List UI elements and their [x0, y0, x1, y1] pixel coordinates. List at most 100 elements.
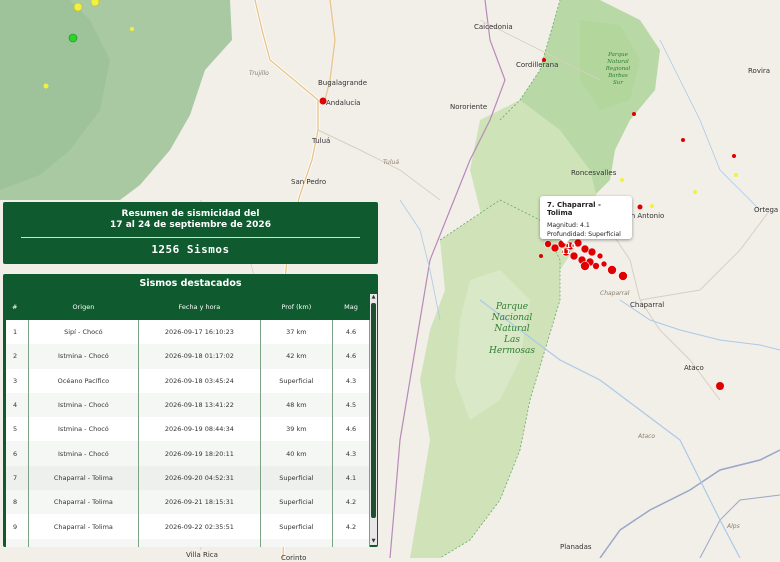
quake-marker — [73, 2, 83, 12]
popup-magnitude: Magnitud: 4.1 — [547, 222, 590, 229]
cell-datetime: 2026-09-19 08:44:34 — [138, 417, 261, 442]
cell-origin: Chaparral - Tolima — [28, 538, 140, 547]
scrollbar-thumb[interactable] — [371, 303, 376, 518]
quake-marker — [632, 112, 636, 116]
quakes-table: # Origen Fecha y hora Prof (km) Mag 1 Sip… — [6, 294, 370, 547]
quake-popup: 7. Chaparral - Tolima Magnitud: 4.1 Prof… — [540, 196, 632, 244]
cell-origin: Istmina - Chocó — [28, 344, 140, 369]
cell-number: 9 — [6, 514, 29, 539]
place-label: Ortega — [754, 206, 779, 214]
minor-place-label: Chaparral — [600, 290, 630, 297]
cell-origin: Océano Pacífico — [28, 368, 140, 393]
place-label: San Pedro — [291, 178, 327, 186]
cell-origin: Istmina - Chocó — [28, 417, 140, 442]
cell-origin: Chaparral - Tolima — [28, 465, 140, 491]
cell-origin: Chaparral - Tolima — [28, 514, 140, 539]
scroll-up-icon[interactable]: ▲ — [370, 294, 377, 301]
cell-datetime: 2026-09-18 13:41:22 — [138, 392, 261, 418]
table-row[interactable]: 4 Istmina - Chocó 2026-09-18 13:41:22 48 km… — [6, 392, 370, 418]
table-row[interactable]: 8 Chaparral - Tolima 2026-09-21 18:15:31 Su… — [6, 490, 370, 515]
quake-marker — [716, 382, 724, 390]
cluster-label: 11 — [561, 248, 571, 256]
place-label: Bugalagrande — [318, 79, 368, 87]
place-label: Planadas — [560, 543, 592, 551]
cell-depth: Superficial — [260, 490, 334, 515]
park-label-las-hermosas: Parque Nacional Natural Las Hermosas — [488, 302, 536, 356]
quake-marker — [637, 204, 643, 210]
quake-marker — [550, 243, 560, 253]
quake-marker — [596, 252, 604, 260]
quake-marker — [68, 33, 78, 43]
minor-place-label: Alps — [727, 523, 740, 530]
summary-count: 1256 Sismos — [151, 243, 230, 256]
cell-magnitude: 4.6 — [332, 344, 370, 369]
cell-number: 1 — [6, 320, 29, 345]
place-label: Tuluá — [312, 137, 331, 145]
table-row[interactable]: 3 Océano Pacífico 2026-09-18 03:45:24 Super… — [6, 368, 370, 393]
table-row[interactable]: 9 Chaparral - Tolima 2026-09-22 02:35:51 Su… — [6, 514, 370, 539]
summary-panel: Resumen de sismicidad del 17 al 24 de se… — [3, 202, 378, 264]
cell-depth: 42 km — [260, 344, 334, 369]
quake-marker — [569, 251, 579, 261]
cell-depth: 40 km — [260, 441, 334, 466]
popup-depth: Profundidad: Superficial — [547, 231, 621, 238]
quake-marker — [587, 247, 597, 257]
place-label: Nororiente — [450, 103, 488, 111]
cell-datetime: 2026-09-17 16:10:23 — [138, 320, 261, 345]
cell-origin: Sipí - Chocó — [28, 320, 140, 345]
table-header-row: # Origen Fecha y hora Prof (km) Mag — [6, 294, 370, 320]
cell-datetime: 2026-09-18 03:45:24 — [138, 368, 261, 393]
table-row[interactable]: 10Chaparral - Tolima2026-09-23 04:04:10S… — [6, 538, 370, 547]
cell-datetime: 2026-09-20 04:52:31 — [138, 465, 261, 491]
quake-marker — [681, 138, 685, 142]
cell-magnitude: 4.3 — [332, 441, 370, 466]
cell-depth: Superficial — [260, 465, 334, 491]
cell-depth: 39 km — [260, 417, 334, 442]
cell-datetime: 2026-09-21 18:15:31 — [138, 490, 261, 515]
cell-magnitude: 4.2 — [332, 490, 370, 515]
quake-marker — [693, 190, 697, 194]
place-label: Ataco — [684, 364, 704, 372]
cell-number: 7 — [6, 465, 29, 491]
col-header-datetime: Fecha y hora — [138, 294, 261, 320]
col-header-origin: Origen — [28, 294, 139, 320]
cell-number: 2 — [6, 344, 29, 369]
quake-marker — [130, 27, 134, 31]
popup-title: 7. Chaparral - Tolima — [547, 201, 601, 217]
minor-place-label: Tuluá — [383, 159, 400, 166]
cell-number: 10 — [6, 538, 29, 547]
table-row[interactable]: 7 Chaparral - Tolima 2026-09-20 04:52:31 Su… — [6, 465, 370, 491]
cell-depth: Superficial — [260, 514, 334, 539]
quake-marker — [539, 254, 543, 258]
scroll-down-icon[interactable]: ▼ — [370, 538, 377, 545]
summary-divider — [21, 237, 360, 238]
table-row[interactable]: 1 Sipí - Chocó 2026-09-17 16:10:23 37 km 4.6 — [6, 320, 370, 345]
minor-place-label: Ataco — [638, 433, 656, 440]
quake-marker — [732, 154, 736, 158]
cell-magnitude: 4.3 — [332, 368, 370, 393]
cell-depth: 37 km — [260, 320, 334, 345]
quake-marker — [618, 271, 628, 281]
cell-magnitude: 4.6 — [332, 320, 370, 345]
cell-magnitude: 4.2 — [332, 514, 370, 539]
quake-marker — [620, 178, 624, 182]
quake-marker — [650, 204, 654, 208]
cell-depth: 48 km — [260, 392, 334, 418]
popup-tip — [560, 239, 570, 244]
cell-magnitude: 4.5 — [332, 392, 370, 418]
table-scrollbar[interactable]: ▲ ▼ — [370, 294, 377, 545]
cell-magnitude: 4.2 — [332, 538, 370, 547]
table-row[interactable]: 5 Istmina - Chocó 2026-09-19 08:44:34 39 km… — [6, 417, 370, 442]
col-header-mag: Mag — [332, 294, 370, 320]
minor-place-label: Trujillo — [249, 70, 269, 77]
cell-magnitude: 4.1 — [332, 465, 370, 491]
cell-datetime: 2026-09-19 18:20:11 — [138, 441, 261, 466]
featured-quakes-title: Sismos destacados — [139, 278, 242, 289]
quake-marker — [734, 173, 738, 177]
cell-number: 5 — [6, 417, 29, 442]
col-header-depth: Prof (km) — [260, 294, 333, 320]
summary-title-line2: 17 al 24 de septiembre de 2026 — [110, 220, 271, 230]
table-row[interactable]: 6 Istmina - Chocó 2026-09-19 18:20:11 40 km… — [6, 441, 370, 466]
cell-depth: Superficial — [260, 368, 334, 393]
table-row[interactable]: 2 Istmina - Chocó 2026-09-18 01:17:02 42 km… — [6, 344, 370, 369]
